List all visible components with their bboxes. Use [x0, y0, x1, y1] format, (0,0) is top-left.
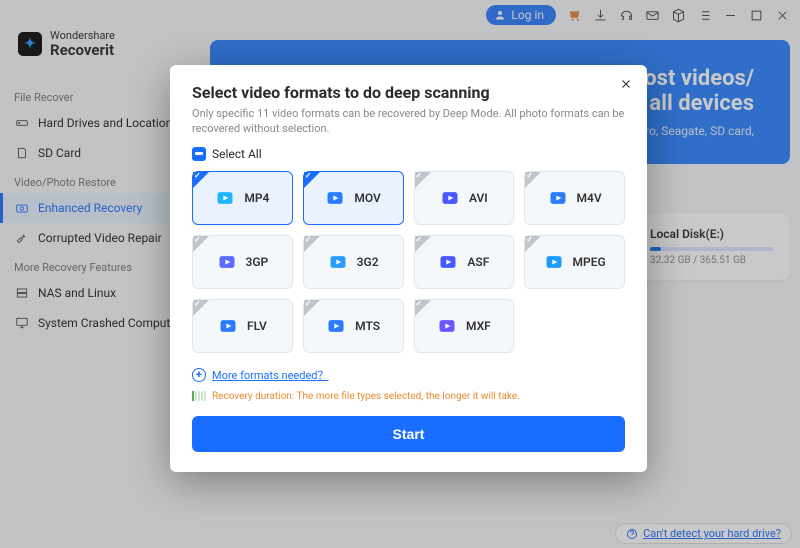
video-format-icon	[325, 188, 345, 208]
format-label: MTS	[355, 319, 380, 333]
video-format-icon	[217, 252, 237, 272]
format-label: MP4	[244, 191, 269, 205]
format-option-m4v[interactable]: M4V	[524, 171, 625, 225]
format-option-mpeg[interactable]: MPEG	[524, 235, 625, 289]
select-all-label: Select All	[212, 147, 262, 161]
checkbox-partial-icon[interactable]	[192, 147, 206, 161]
format-label: MXF	[466, 319, 491, 333]
duration-note: Recovery duration: The more file types s…	[192, 391, 625, 402]
format-label: MOV	[354, 191, 380, 205]
format-option-mts[interactable]: MTS	[303, 299, 404, 353]
format-option-avi[interactable]: AVI	[414, 171, 515, 225]
format-option-3gp[interactable]: 3GP	[192, 235, 293, 289]
video-format-icon	[440, 188, 460, 208]
video-format-icon	[326, 316, 346, 336]
format-modal: Select video formats to do deep scanning…	[170, 65, 647, 472]
format-label: MPEG	[573, 255, 606, 269]
format-label: 3G2	[357, 255, 379, 269]
modal-description: Only specific 11 video formats can be re…	[192, 106, 625, 137]
format-grid: MP4 MOV AVI M4V 3GP 3G2 ASF MPEG	[192, 171, 625, 353]
format-option-mxf[interactable]: MXF	[414, 299, 515, 353]
video-format-icon	[548, 188, 568, 208]
plus-icon: +	[192, 368, 206, 382]
more-formats-row[interactable]: + More formats needed？	[192, 367, 625, 383]
video-format-icon	[218, 316, 238, 336]
video-format-icon	[544, 252, 564, 272]
format-label: AVI	[469, 191, 488, 205]
format-label: 3GP	[246, 255, 269, 269]
duration-text: Recovery duration: The more file types s…	[212, 391, 520, 402]
app-window: Log in ✦ Wondershare Recoverit File Reco…	[0, 0, 800, 548]
format-label: FLV	[247, 319, 267, 333]
video-format-icon	[215, 188, 235, 208]
close-icon[interactable]	[617, 75, 635, 93]
format-option-mp4[interactable]: MP4	[192, 171, 293, 225]
format-option-flv[interactable]: FLV	[192, 299, 293, 353]
start-button[interactable]: Start	[192, 416, 625, 452]
format-option-mov[interactable]: MOV	[303, 171, 404, 225]
video-format-icon	[437, 316, 457, 336]
video-format-icon	[328, 252, 348, 272]
select-all-row[interactable]: Select All	[192, 147, 625, 161]
format-option-asf[interactable]: ASF	[414, 235, 515, 289]
modal-title: Select video formats to do deep scanning	[192, 83, 625, 102]
format-label: ASF	[467, 255, 489, 269]
more-formats-link[interactable]: More formats needed？	[212, 367, 329, 383]
video-format-icon	[438, 252, 458, 272]
format-option-3g2[interactable]: 3G2	[303, 235, 404, 289]
format-label: M4V	[577, 191, 602, 205]
duration-bars-icon	[192, 391, 206, 401]
